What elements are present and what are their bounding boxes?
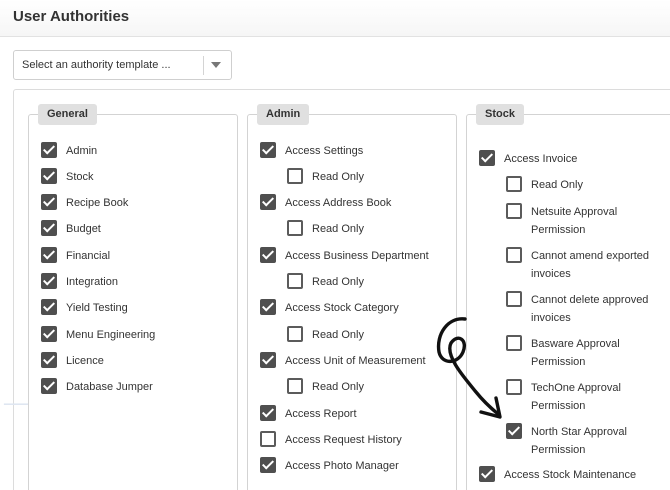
group-admin-title: Admin xyxy=(257,104,310,125)
checkbox-label: Netsuite Approval Permission xyxy=(531,206,618,236)
checkbox[interactable] xyxy=(260,194,276,210)
checkbox-label: Access Report xyxy=(285,408,357,420)
checkbox-label: Licence xyxy=(66,355,104,367)
checkbox-label: Access Stock Maintenance xyxy=(504,469,637,481)
checkbox[interactable] xyxy=(41,220,57,236)
checkbox-label: Cannot amend exported invoices xyxy=(531,250,650,280)
checkbox[interactable] xyxy=(506,176,522,192)
checkbox-label: Access Unit of Measurement xyxy=(285,355,426,367)
checkbox[interactable] xyxy=(506,203,522,219)
checkbox[interactable] xyxy=(506,379,522,395)
checkbox-label: Read Only xyxy=(531,179,583,191)
checkbox[interactable] xyxy=(479,150,495,166)
checkbox[interactable] xyxy=(41,352,57,368)
checkbox-label: Access Photo Manager xyxy=(285,460,399,472)
checkbox-label: Access Settings xyxy=(285,145,364,157)
checkbox-label: Yield Testing xyxy=(66,302,128,314)
group-general-title: General xyxy=(38,104,97,125)
checkbox-label: Access Address Book xyxy=(285,197,392,209)
checkbox[interactable] xyxy=(41,378,57,394)
checkbox-label: Access Business Department xyxy=(285,250,429,262)
checkbox[interactable] xyxy=(260,142,276,158)
checkbox-label: Integration xyxy=(66,276,118,288)
checkbox-label: Cannot delete approved invoices xyxy=(531,294,649,324)
checkbox-label: Read Only xyxy=(312,381,364,393)
template-select-value: Select an authority template ... xyxy=(22,59,171,71)
checkbox[interactable] xyxy=(287,273,303,289)
checkbox-label: Database Jumper xyxy=(66,381,153,393)
checkbox[interactable] xyxy=(479,466,495,482)
checkbox-label: Access Request History xyxy=(285,434,402,446)
checkbox-label: Access Stock Category xyxy=(285,302,399,314)
checkbox[interactable] xyxy=(506,291,522,307)
checkbox-label: Basware Approval Permission xyxy=(531,338,620,368)
checkbox[interactable] xyxy=(260,431,276,447)
checkbox-label: North Star Approval Permission xyxy=(531,426,627,456)
checkbox[interactable] xyxy=(260,457,276,473)
chevron-down-icon[interactable] xyxy=(211,62,221,68)
checkbox[interactable] xyxy=(260,247,276,263)
checkbox-label: Menu Engineering xyxy=(66,329,156,341)
checkbox[interactable] xyxy=(260,405,276,421)
checkbox-label: TechOne Approval Permission xyxy=(531,382,621,412)
checkbox[interactable] xyxy=(287,378,303,394)
checkbox[interactable] xyxy=(41,168,57,184)
checkbox[interactable] xyxy=(260,352,276,368)
checkbox[interactable] xyxy=(41,247,57,263)
checkbox-label: Read Only xyxy=(312,171,364,183)
checkbox-label: Read Only xyxy=(312,223,364,235)
checkbox-label: Stock xyxy=(66,171,94,183)
group-stock-title: Stock xyxy=(476,104,524,125)
checkbox-label: Recipe Book xyxy=(66,197,129,209)
checkbox[interactable] xyxy=(41,326,57,342)
checkbox-label: Financial xyxy=(66,250,111,262)
checkbox[interactable] xyxy=(41,273,57,289)
checkbox-label: Budget xyxy=(66,223,101,235)
checkbox-label: Access Invoice xyxy=(504,153,578,165)
checkbox[interactable] xyxy=(506,247,522,263)
checkbox[interactable] xyxy=(41,194,57,210)
checkbox-label: Read Only xyxy=(312,276,364,288)
select-divider xyxy=(203,56,204,75)
checkbox[interactable] xyxy=(41,299,57,315)
checkbox[interactable] xyxy=(41,142,57,158)
checkbox-label: Admin xyxy=(66,145,98,157)
header-bar: User Authorities xyxy=(0,0,670,37)
checkbox[interactable] xyxy=(287,326,303,342)
checkbox[interactable] xyxy=(506,335,522,351)
checkbox[interactable] xyxy=(260,299,276,315)
checkbox-label: Read Only xyxy=(312,329,364,341)
authority-template-select[interactable]: Select an authority template ... xyxy=(13,50,232,80)
page-title: User Authorities xyxy=(13,8,130,25)
checkbox[interactable] xyxy=(506,423,522,439)
checkbox[interactable] xyxy=(287,168,303,184)
group-general: General xyxy=(28,104,238,490)
checkbox[interactable] xyxy=(287,220,303,236)
